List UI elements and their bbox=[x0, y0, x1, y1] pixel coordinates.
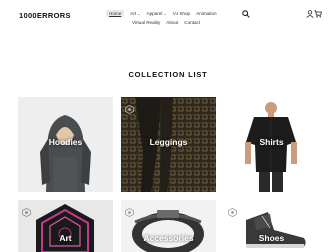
user-icon[interactable] bbox=[306, 10, 314, 18]
collection-label: Hoodies bbox=[48, 137, 83, 147]
nav-item-animation[interactable]: Animation bbox=[196, 11, 216, 16]
nav-item-contact[interactable]: Contact bbox=[184, 20, 200, 25]
shoes-image bbox=[224, 200, 319, 252]
section-title: COLLECTION LIST bbox=[128, 70, 208, 79]
search-icon[interactable] bbox=[242, 10, 250, 18]
collection-card-hoodies[interactable]: Hoodies bbox=[18, 97, 113, 192]
collection-label: Accessories bbox=[143, 233, 194, 243]
logo-badge-icon bbox=[228, 204, 237, 217]
nav-item-apparel[interactable]: Apparel⌄ bbox=[147, 11, 167, 16]
chevron-down-icon: ⌄ bbox=[137, 11, 141, 16]
nav-item-home[interactable]: Home bbox=[106, 10, 125, 17]
collection-card-accessories[interactable]: Accessories bbox=[121, 200, 216, 252]
collection-label: Leggings bbox=[149, 137, 188, 147]
collection-label: Shirts bbox=[259, 137, 284, 147]
collection-label: Shoes bbox=[258, 233, 285, 243]
logo-badge-icon bbox=[22, 204, 31, 217]
collection-label: Art bbox=[59, 233, 72, 243]
chevron-down-icon: ⌄ bbox=[163, 11, 167, 16]
collection-card-shoes[interactable]: Shoes bbox=[224, 200, 319, 252]
nav-item-about[interactable]: About bbox=[166, 20, 178, 25]
collection-card-art[interactable]: Art bbox=[18, 200, 113, 252]
nav-item-art-label: Art bbox=[130, 11, 137, 16]
accessories-image bbox=[121, 200, 216, 252]
logo-badge-icon bbox=[125, 101, 134, 114]
collection-card-shirts[interactable]: Shirts bbox=[224, 97, 319, 192]
art-image bbox=[18, 200, 113, 252]
nav-item-art[interactable]: Art⌄ bbox=[130, 11, 140, 16]
nav-row-secondary: Virtual Reality About Contact bbox=[106, 18, 236, 27]
header-icons bbox=[242, 10, 322, 18]
cart-icon[interactable] bbox=[314, 10, 322, 18]
nav-row-primary: Home Art⌄ Apparel⌄ VJ Shop Animation bbox=[106, 9, 236, 18]
nav-item-apparel-label: Apparel bbox=[146, 11, 163, 16]
main-nav: Home Art⌄ Apparel⌄ VJ Shop Animation Vir… bbox=[106, 9, 236, 27]
site-logo[interactable]: 1000ERRORS bbox=[19, 11, 71, 20]
logo-badge-icon bbox=[125, 204, 134, 217]
nav-item-virtual-reality[interactable]: Virtual Reality bbox=[132, 20, 160, 25]
nav-item-vj-shop[interactable]: VJ Shop bbox=[173, 11, 190, 16]
collection-card-leggings[interactable]: Leggings bbox=[121, 97, 216, 192]
